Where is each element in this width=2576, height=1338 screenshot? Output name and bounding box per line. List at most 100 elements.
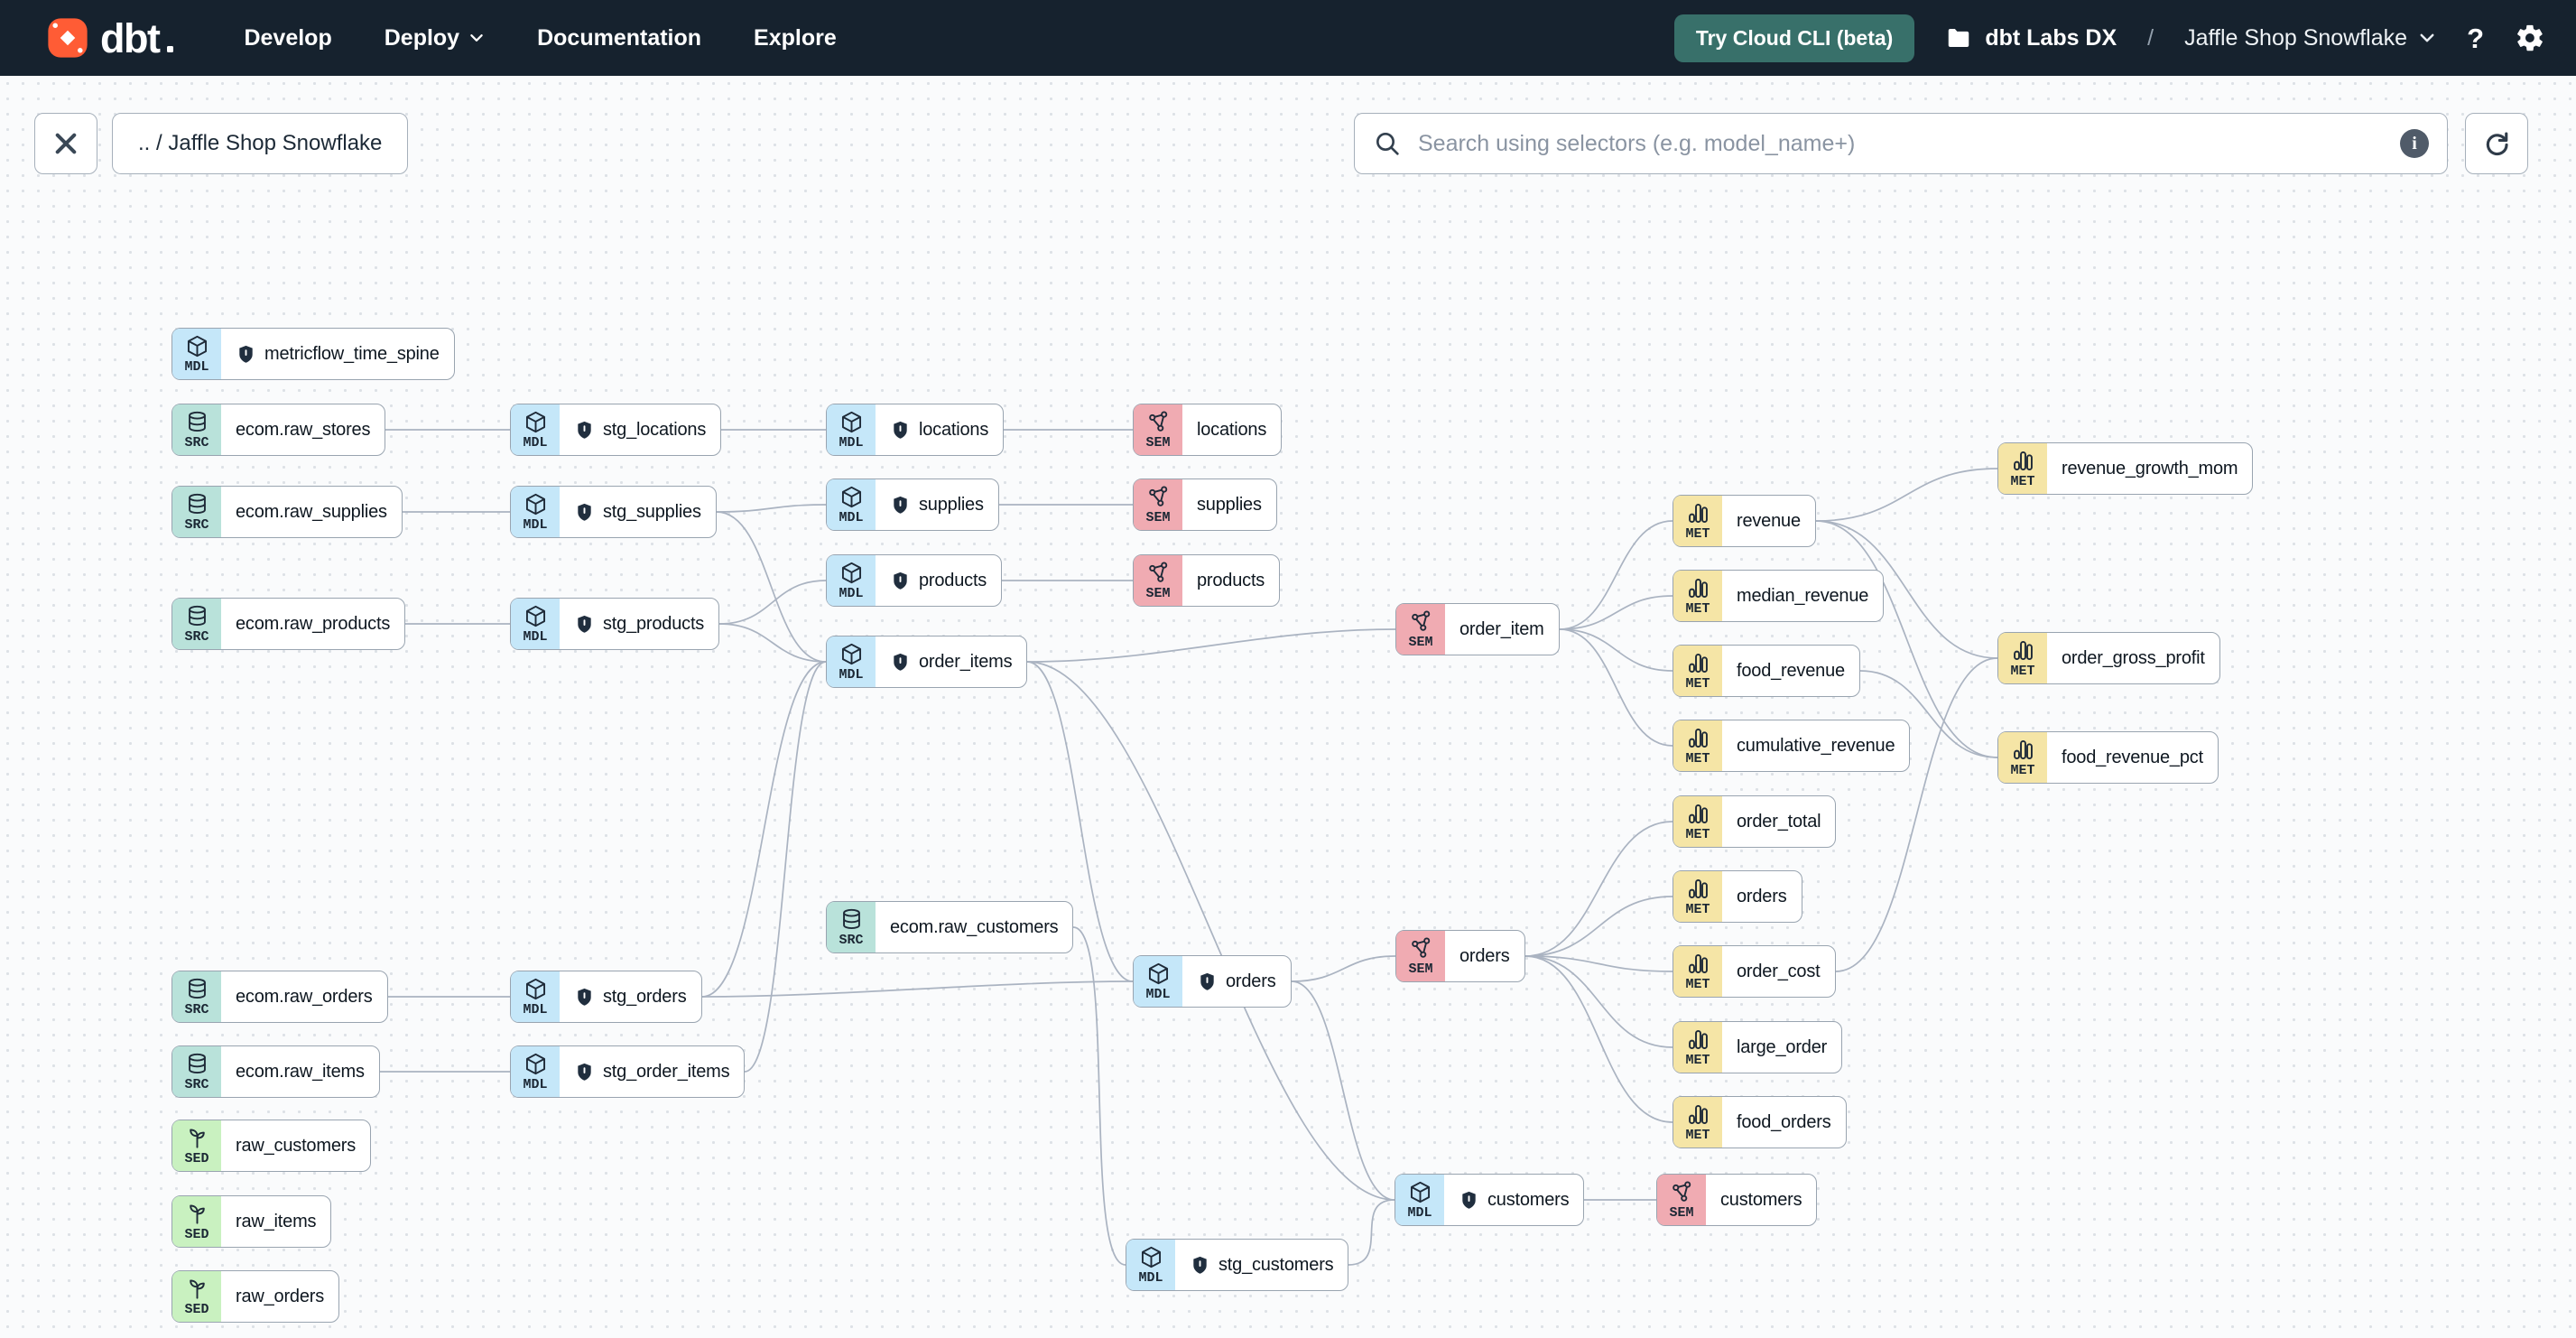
semantic-model-icon bbox=[1409, 609, 1433, 634]
close-button[interactable] bbox=[34, 113, 97, 174]
node-type-badge: SRC bbox=[172, 487, 221, 537]
node-supplies_mdl[interactable]: MDL supplies bbox=[826, 479, 999, 531]
node-src_raw_customers[interactable]: SRC ecom.raw_customers bbox=[826, 901, 1074, 953]
node-type-badge: MDL bbox=[511, 599, 560, 649]
node-large_order_met[interactable]: MET large_order bbox=[1673, 1021, 1843, 1073]
try-cloud-cli-button[interactable]: Try Cloud CLI (beta) bbox=[1673, 14, 1915, 62]
node-label: ecom.raw_stores bbox=[236, 419, 371, 440]
cube-icon bbox=[524, 604, 548, 628]
node-type-badge: SEM bbox=[1657, 1175, 1706, 1225]
navbar-right-cluster: Try Cloud CLI (beta) dbt Labs DX / Jaffl… bbox=[1673, 14, 2545, 62]
breadcrumb-separator: / bbox=[2147, 24, 2154, 51]
node-order_items_mdl[interactable]: MDL order_items bbox=[826, 636, 1028, 688]
node-food_revenue_met[interactable]: MET food_revenue bbox=[1673, 645, 1860, 697]
node-type-badge: SRC bbox=[172, 599, 221, 649]
node-src_raw_items[interactable]: SRC ecom.raw_items bbox=[171, 1045, 380, 1098]
node-label: orders bbox=[1459, 945, 1510, 966]
menu-item-documentation[interactable]: Documentation bbox=[537, 25, 701, 51]
chevron-down-icon bbox=[468, 30, 485, 46]
node-order_gross_profit_met[interactable]: MET order_gross_profit bbox=[1997, 632, 2220, 684]
node-src_raw_stores[interactable]: SRC ecom.raw_stores bbox=[171, 404, 386, 456]
dbt-logo[interactable]: dbt bbox=[47, 14, 174, 61]
graph-breadcrumb[interactable]: .. / Jaffle Shop Snowflake bbox=[112, 113, 409, 174]
node-orders_mdl[interactable]: MDL orders bbox=[1133, 955, 1292, 1008]
node-cumulative_revenue_met[interactable]: MET cumulative_revenue bbox=[1673, 720, 1911, 772]
semantic-model-icon bbox=[1146, 485, 1171, 509]
gear-icon[interactable] bbox=[2515, 23, 2545, 53]
node-revenue_growth_mom_met[interactable]: MET revenue_growth_mom bbox=[1997, 442, 2254, 495]
shield-icon bbox=[890, 494, 911, 516]
node-orders_met[interactable]: MET orders bbox=[1673, 870, 1802, 923]
node-label: raw_customers bbox=[236, 1135, 356, 1156]
shield-icon bbox=[1197, 971, 1218, 993]
menu-item-develop[interactable]: Develop bbox=[244, 25, 331, 51]
node-label: products bbox=[1197, 570, 1265, 590]
node-src_raw_orders[interactable]: SRC ecom.raw_orders bbox=[171, 971, 388, 1023]
node-products_mdl[interactable]: MDL products bbox=[826, 554, 1003, 607]
node-label: customers bbox=[1487, 1189, 1570, 1210]
brand-dot bbox=[167, 46, 174, 52]
seed-icon bbox=[185, 1202, 209, 1226]
help-icon[interactable]: ? bbox=[2467, 24, 2484, 52]
node-type-badge: MET bbox=[1673, 946, 1722, 997]
node-seed_raw_orders[interactable]: SED raw_orders bbox=[171, 1270, 340, 1323]
node-revenue_met[interactable]: MET revenue bbox=[1673, 495, 1816, 547]
cube-icon bbox=[524, 977, 548, 1001]
node-order_item_sem[interactable]: SEM order_item bbox=[1395, 603, 1560, 655]
node-customers_sem[interactable]: SEM customers bbox=[1656, 1174, 1818, 1226]
node-food_orders_met[interactable]: MET food_orders bbox=[1673, 1096, 1847, 1148]
node-order_cost_met[interactable]: MET order_cost bbox=[1673, 945, 1836, 998]
node-label: median_revenue bbox=[1737, 585, 1869, 606]
info-icon[interactable]: i bbox=[2400, 129, 2429, 158]
node-type-badge: MET bbox=[1673, 646, 1722, 696]
search-input[interactable] bbox=[1416, 129, 2386, 158]
menu-item-deploy[interactable]: Deploy bbox=[385, 25, 485, 51]
node-type-badge: SED bbox=[172, 1196, 221, 1247]
node-stg_supplies[interactable]: MDL stg_supplies bbox=[510, 486, 717, 538]
node-seed_raw_items[interactable]: SED raw_items bbox=[171, 1195, 332, 1248]
cube-icon bbox=[839, 485, 864, 509]
node-label: orders bbox=[1226, 971, 1276, 991]
node-label: order_cost bbox=[1737, 961, 1821, 981]
node-median_revenue_met[interactable]: MET median_revenue bbox=[1673, 570, 1885, 622]
node-type-badge: SEM bbox=[1134, 404, 1182, 455]
project-selector[interactable]: Jaffle Shop Snowflake bbox=[2184, 25, 2436, 51]
node-locations_sem[interactable]: SEM locations bbox=[1133, 404, 1283, 456]
shield-icon bbox=[574, 1061, 595, 1083]
node-label: cumulative_revenue bbox=[1737, 735, 1895, 756]
account-breadcrumb[interactable]: dbt Labs DX bbox=[1945, 24, 2117, 51]
metric-icon bbox=[1686, 576, 1710, 600]
node-label: stg_customers bbox=[1219, 1254, 1334, 1275]
node-supplies_sem[interactable]: SEM supplies bbox=[1133, 479, 1277, 531]
refresh-button[interactable] bbox=[2465, 113, 2528, 174]
node-label: raw_items bbox=[236, 1211, 317, 1231]
node-type-badge: SRC bbox=[172, 404, 221, 455]
brand-wordmark: dbt bbox=[100, 14, 161, 61]
menu-item-explore[interactable]: Explore bbox=[754, 25, 837, 51]
node-type-badge: MDL bbox=[511, 404, 560, 455]
node-src_raw_supplies[interactable]: SRC ecom.raw_supplies bbox=[171, 486, 403, 538]
node-stg_customers[interactable]: MDL stg_customers bbox=[1126, 1239, 1349, 1291]
node-type-badge: MET bbox=[1998, 633, 2047, 683]
node-food_revenue_pct_met[interactable]: MET food_revenue_pct bbox=[1997, 731, 2219, 784]
metric-icon bbox=[1686, 802, 1710, 826]
node-stg_locations[interactable]: MDL stg_locations bbox=[510, 404, 722, 456]
node-src_raw_products[interactable]: SRC ecom.raw_products bbox=[171, 598, 406, 650]
close-icon bbox=[51, 128, 81, 159]
node-orders_sem[interactable]: SEM orders bbox=[1395, 930, 1525, 982]
node-label: ecom.raw_products bbox=[236, 613, 391, 634]
node-stg_orders[interactable]: MDL stg_orders bbox=[510, 971, 702, 1023]
node-label: stg_supplies bbox=[603, 501, 701, 522]
database-icon bbox=[185, 1052, 209, 1076]
node-locations_mdl[interactable]: MDL locations bbox=[826, 404, 1005, 456]
node-stg_order_items[interactable]: MDL stg_order_items bbox=[510, 1045, 746, 1098]
node-seed_raw_customers[interactable]: SED raw_customers bbox=[171, 1120, 371, 1172]
node-order_total_met[interactable]: MET order_total bbox=[1673, 795, 1837, 848]
database-icon bbox=[839, 907, 864, 932]
node-type-badge: MET bbox=[1673, 871, 1722, 922]
node-products_sem[interactable]: SEM products bbox=[1133, 554, 1281, 607]
node-customers_mdl[interactable]: MDL customers bbox=[1395, 1174, 1585, 1226]
node-stg_products[interactable]: MDL stg_products bbox=[510, 598, 720, 650]
lineage-canvas[interactable]: MDL metricflow_time_spine SRC ecom.raw_stor… bbox=[0, 76, 2576, 1338]
node-metricflow_time_spine[interactable]: MDL metricflow_time_spine bbox=[171, 328, 455, 380]
